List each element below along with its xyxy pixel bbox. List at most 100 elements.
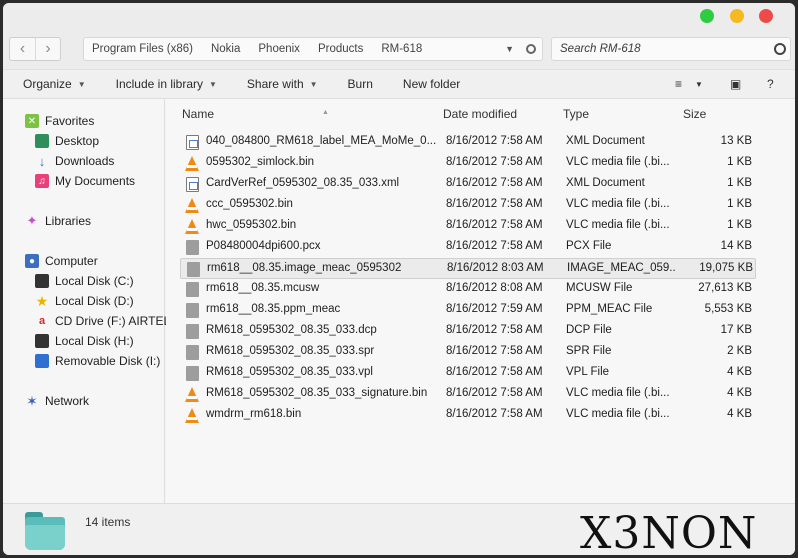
file-row[interactable]: RM618_0595302_08.35_033_signature.bin 8/1…: [180, 384, 756, 405]
file-row[interactable]: rm618__08.35.image_meac_0595302 8/16/2012…: [180, 258, 756, 279]
file-size: 27,613 KB: [698, 282, 752, 294]
sidebar-item-cd-drive[interactable]: a CD Drive (F:) AIRTEL: [35, 312, 170, 330]
sidebar-item-documents[interactable]: ♫ My Documents: [35, 172, 135, 190]
file-name: rm618__08.35.image_meac_0595302: [207, 262, 402, 274]
sidebar-item-network[interactable]: ✶ Network: [25, 392, 89, 410]
file-row[interactable]: RM618_0595302_08.35_033.spr 8/16/2012 7:5…: [180, 342, 756, 363]
sidebar-item-favorites[interactable]: ✕ Favorites: [25, 112, 94, 130]
file-row[interactable]: ccc_0595302.bin 8/16/2012 7:58 AM VLC medi…: [180, 195, 756, 216]
desktop-icon: [35, 134, 49, 148]
documents-icon: ♫: [35, 174, 49, 188]
file-name: 0595302_simlock.bin: [206, 156, 315, 168]
computer-icon: ●: [25, 254, 39, 268]
maximize-button[interactable]: [700, 9, 714, 23]
search-box: [551, 37, 791, 61]
file-size: 2 KB: [727, 345, 752, 357]
file-date: 8/16/2012 8:08 AM: [446, 282, 543, 294]
sidebar-item-downloads[interactable]: ↓ Downloads: [35, 152, 115, 170]
star-icon: ✕: [25, 114, 39, 128]
breadcrumb-item[interactable]: Program Files (x86): [92, 43, 193, 55]
file-size: 4 KB: [727, 387, 752, 399]
include-in-library-menu[interactable]: Include in library ▼: [116, 77, 217, 91]
sidebar-item-label: Local Disk (D:): [55, 294, 134, 308]
sidebar-item-removable[interactable]: Removable Disk (I:): [35, 352, 160, 370]
file-icon: [186, 345, 199, 360]
breadcrumb-item[interactable]: Phoenix: [258, 43, 300, 55]
organize-label: Organize: [23, 77, 72, 91]
breadcrumb-item[interactable]: RM-618: [381, 43, 422, 55]
new-folder-button[interactable]: New folder: [403, 77, 460, 91]
file-date: 8/16/2012 7:58 AM: [446, 324, 543, 336]
sidebar-item-disk-c[interactable]: Local Disk (C:): [35, 272, 134, 290]
chevron-down-icon[interactable]: ▼: [695, 80, 703, 89]
vlc-cone-icon: [185, 387, 199, 402]
star-disk-icon: ★: [35, 292, 49, 309]
refresh-icon[interactable]: [526, 44, 536, 54]
file-icon: [186, 282, 199, 297]
file-icon: [186, 366, 199, 381]
file-size: 5,553 KB: [704, 303, 752, 315]
close-button[interactable]: [759, 9, 773, 23]
chevron-down-icon: ▼: [209, 79, 217, 89]
file-row[interactable]: wmdrm_rm618.bin 8/16/2012 7:58 AM VLC medi…: [180, 405, 756, 426]
minimize-button[interactable]: [730, 9, 744, 23]
file-row[interactable]: RM618_0595302_08.35_033.dcp 8/16/2012 7:5…: [180, 321, 756, 342]
file-date: 8/16/2012 7:58 AM: [446, 219, 543, 231]
breadcrumb-item[interactable]: Nokia: [211, 43, 240, 55]
chevron-left-icon: ‹: [19, 40, 26, 57]
file-row[interactable]: rm618__08.35.mcusw 8/16/2012 8:08 AM MCUSW…: [180, 279, 756, 300]
file-row[interactable]: rm618__08.35.ppm_meac 8/16/2012 7:59 AM PP…: [180, 300, 756, 321]
file-date: 8/16/2012 7:58 AM: [446, 345, 543, 357]
file-name: P08480004dpi600.pcx: [206, 240, 321, 252]
watermark: X3NON: [580, 508, 758, 558]
file-row[interactable]: 0595302_simlock.bin 8/16/2012 7:58 AM VLC …: [180, 153, 756, 174]
new-folder-label: New folder: [402, 77, 461, 91]
file-name: RM618_0595302_08.35_033.dcp: [206, 324, 377, 336]
breadcrumb-item[interactable]: Products: [318, 43, 363, 55]
burn-label: Burn: [347, 77, 373, 91]
sidebar-item-label: Computer: [45, 254, 98, 268]
search-input[interactable]: [560, 43, 760, 55]
sidebar-item-label: Downloads: [55, 154, 115, 168]
chevron-down-icon: ▼: [77, 79, 86, 89]
file-row[interactable]: hwc_0595302.bin 8/16/2012 7:58 AM VLC medi…: [180, 216, 756, 237]
usb-drive-icon: [35, 354, 49, 368]
column-header-date[interactable]: Date modified: [443, 107, 517, 123]
sidebar-item-label: My Documents: [55, 174, 136, 188]
sidebar-item-label: Network: [45, 394, 90, 408]
share-with-menu[interactable]: Share with ▼: [247, 77, 318, 91]
search-icon[interactable]: [774, 43, 786, 55]
column-header-type[interactable]: Type: [563, 107, 589, 123]
file-date: 8/16/2012 7:58 AM: [446, 240, 543, 252]
address-bar[interactable]: Program Files (x86) Nokia Phoenix Produc…: [83, 37, 543, 61]
file-date: 8/16/2012 7:59 AM: [446, 303, 543, 315]
file-name: wmdrm_rm618.bin: [206, 408, 302, 420]
file-size: 14 KB: [720, 240, 752, 252]
file-list: Name ▲ Date modified Type Size 040_084800…: [166, 99, 795, 503]
vlc-cone-icon: [185, 156, 199, 171]
sidebar-item-desktop[interactable]: Desktop: [35, 132, 99, 150]
file-row[interactable]: 040_084800_RM618_label_MEA_MoMe_0... 8/16…: [180, 132, 756, 153]
file-size: 1 KB: [727, 177, 752, 189]
burn-button[interactable]: Burn: [348, 77, 373, 91]
column-header-name[interactable]: Name ▲: [182, 107, 329, 123]
forward-button[interactable]: ›: [34, 38, 60, 60]
hard-disk-icon: [35, 274, 49, 288]
organize-menu[interactable]: Organize ▼: [23, 77, 86, 91]
help-button[interactable]: ?: [767, 77, 774, 91]
sidebar-item-libraries[interactable]: ✦ Libraries: [25, 212, 91, 230]
chevron-down-icon[interactable]: ▼: [505, 44, 514, 54]
libraries-icon: ✦: [26, 213, 38, 228]
preview-pane-icon[interactable]: ▣: [730, 77, 741, 91]
sidebar-item-disk-h[interactable]: Local Disk (H:): [35, 332, 134, 350]
file-row[interactable]: RM618_0595302_08.35_033.vpl 8/16/2012 7:5…: [180, 363, 756, 384]
file-row[interactable]: CardVerRef_0595302_08.35_033.xml 8/16/201…: [180, 174, 756, 195]
sidebar-item-computer[interactable]: ● Computer: [25, 252, 98, 270]
view-options-icon[interactable]: ≡: [675, 77, 682, 91]
sidebar-item-disk-d[interactable]: ★ Local Disk (D:): [35, 292, 134, 310]
command-bar: Organize ▼ Include in library ▼ Share with…: [3, 69, 795, 99]
back-button[interactable]: ‹: [10, 38, 35, 60]
file-row[interactable]: P08480004dpi600.pcx 8/16/2012 7:58 AM PCX …: [180, 237, 756, 258]
download-arrow-icon: ↓: [38, 153, 46, 169]
column-header-size[interactable]: Size: [683, 107, 706, 123]
